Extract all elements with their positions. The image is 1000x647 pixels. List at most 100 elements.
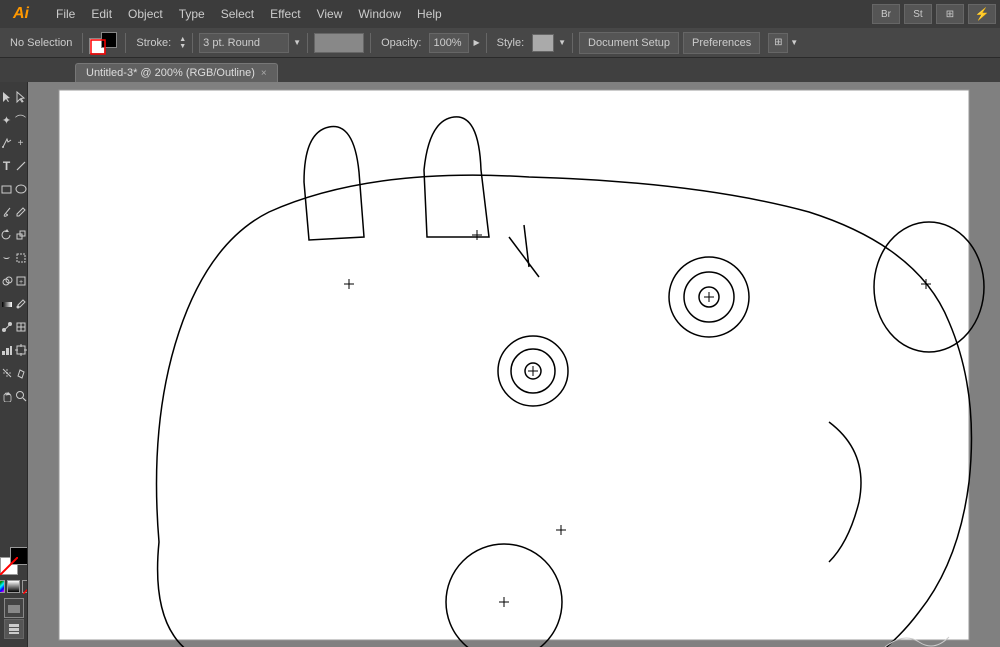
appearance-btn[interactable] xyxy=(4,598,24,618)
bridge-icon[interactable]: Br xyxy=(872,4,900,24)
none-indicator xyxy=(0,557,18,575)
menu-file[interactable]: File xyxy=(48,0,83,28)
bar-chart-tool[interactable] xyxy=(0,339,14,361)
divider xyxy=(82,33,83,53)
style-preview xyxy=(532,34,554,52)
grayscale-swatch[interactable] xyxy=(7,580,20,593)
blend-mesh-row xyxy=(0,316,28,338)
lasso-tool[interactable]: ⌒ xyxy=(14,109,28,131)
arrange-dropdown-arrow[interactable]: ▼ xyxy=(790,38,798,47)
eraser-tool[interactable] xyxy=(14,362,28,384)
selection-tools-row xyxy=(0,86,28,108)
stroke-label: Stroke: xyxy=(132,37,175,49)
stroke-arrows[interactable]: ▲ ▼ xyxy=(179,33,186,53)
menu-select[interactable]: Select xyxy=(213,0,262,28)
shape-tools-row xyxy=(0,178,28,200)
tab-title: Untitled-3* @ 200% (RGB/Outline) xyxy=(86,67,255,79)
rotate-tool[interactable] xyxy=(0,224,14,246)
lightning-icon[interactable]: ⚡ xyxy=(968,4,996,24)
divider2 xyxy=(125,33,126,53)
menu-edit[interactable]: Edit xyxy=(83,0,120,28)
pen-tool[interactable] xyxy=(0,132,14,154)
type-tool[interactable]: T xyxy=(0,155,14,177)
free-transform-tool[interactable] xyxy=(14,247,28,269)
app-logo: Ai xyxy=(4,5,38,23)
opacity-input[interactable] xyxy=(429,33,469,53)
menu-help[interactable]: Help xyxy=(409,0,450,28)
workspace-icon[interactable]: ⊞ xyxy=(936,4,964,24)
svg-text:+: + xyxy=(19,279,23,286)
wand-lasso-row: ✦ ⌒ xyxy=(0,109,28,131)
magic-wand-tool[interactable]: ✦ xyxy=(0,109,14,131)
divider5 xyxy=(370,33,371,53)
brush-pencil-row xyxy=(0,201,28,223)
paintbrush-tool[interactable] xyxy=(0,201,14,223)
slice-tool[interactable] xyxy=(0,362,14,384)
menu-object[interactable]: Object xyxy=(120,0,171,28)
selection-tool[interactable] xyxy=(0,86,14,108)
ellipse-tool[interactable] xyxy=(14,178,28,200)
arrange-icon[interactable]: ⊞ xyxy=(768,33,788,53)
menu-window[interactable]: Window xyxy=(350,0,409,28)
chart-row xyxy=(0,339,28,361)
line-tool[interactable] xyxy=(14,155,28,177)
selection-label: No Selection xyxy=(6,37,76,49)
color-area xyxy=(0,543,28,643)
divider4 xyxy=(307,33,308,53)
eyedropper-tool[interactable] xyxy=(14,293,28,315)
slice-row xyxy=(0,362,28,384)
divider7 xyxy=(572,33,573,53)
preferences-button[interactable]: Preferences xyxy=(683,32,760,54)
live-paint-tool[interactable]: + xyxy=(14,270,28,292)
appearance-area xyxy=(4,598,24,639)
fill-stroke-boxes[interactable] xyxy=(0,547,28,575)
hand-zoom-row xyxy=(0,385,28,407)
menu-type[interactable]: Type xyxy=(171,0,213,28)
mesh-tool[interactable] xyxy=(14,316,28,338)
artboard-tool[interactable] xyxy=(14,339,28,361)
shape-builder-tool[interactable] xyxy=(0,270,14,292)
fill-stroke-indicator[interactable] xyxy=(89,30,119,56)
divider3 xyxy=(192,33,193,53)
shapebuilder-row: + xyxy=(0,270,28,292)
stroke-dropdown-arrow[interactable]: ▼ xyxy=(293,33,301,53)
menu-effect[interactable]: Effect xyxy=(262,0,308,28)
divider6 xyxy=(486,33,487,53)
main-area: ✦ ⌒ + T xyxy=(0,82,1000,647)
drawing-canvas xyxy=(28,82,1000,647)
stock-icon[interactable]: St xyxy=(904,4,932,24)
layers-btn[interactable] xyxy=(4,619,24,639)
menu-bar: Ai File Edit Object Type Select Effect V… xyxy=(0,0,1000,28)
document-tab[interactable]: Untitled-3* @ 200% (RGB/Outline) × xyxy=(75,63,278,82)
zoom-tool[interactable] xyxy=(14,385,28,407)
warp-tool[interactable]: ⌣ xyxy=(0,247,14,269)
style-dropdown-arrow[interactable]: ▼ xyxy=(558,38,566,47)
blend-tool[interactable] xyxy=(0,316,14,338)
pencil-tool[interactable] xyxy=(14,201,28,223)
stroke-value-input[interactable] xyxy=(199,33,289,53)
scale-tool[interactable] xyxy=(14,224,28,246)
stroke-indicator-svg xyxy=(89,30,119,56)
canvas-area[interactable] xyxy=(28,82,1000,647)
add-anchor-tool[interactable]: + xyxy=(14,132,28,154)
rectangle-tool[interactable] xyxy=(0,178,14,200)
warp-transform-row: ⌣ xyxy=(0,247,28,269)
menu-view[interactable]: View xyxy=(309,0,351,28)
toolbox: ✦ ⌒ + T xyxy=(0,82,28,647)
type-line-row: T xyxy=(0,155,28,177)
gradient-tool[interactable] xyxy=(0,293,14,315)
hand-tool[interactable] xyxy=(0,385,14,407)
toolbar: No Selection Stroke: ▲ ▼ ▼ Opacity: ▶ St… xyxy=(0,28,1000,58)
direct-selection-tool[interactable] xyxy=(14,86,28,108)
stroke-profile-preview xyxy=(314,33,364,53)
color-swatch[interactable] xyxy=(0,580,5,593)
tab-close-button[interactable]: × xyxy=(261,68,267,79)
opacity-expand-arrow[interactable]: ▶ xyxy=(473,38,479,47)
gradient-eyedrop-row xyxy=(0,293,28,315)
color-mode-swatches xyxy=(0,580,28,593)
pen-tools-row: + xyxy=(0,132,28,154)
rotate-scale-row xyxy=(0,224,28,246)
tab-bar: Untitled-3* @ 200% (RGB/Outline) × xyxy=(0,58,1000,82)
opacity-label: Opacity: xyxy=(377,37,425,49)
document-setup-button[interactable]: Document Setup xyxy=(579,32,679,54)
